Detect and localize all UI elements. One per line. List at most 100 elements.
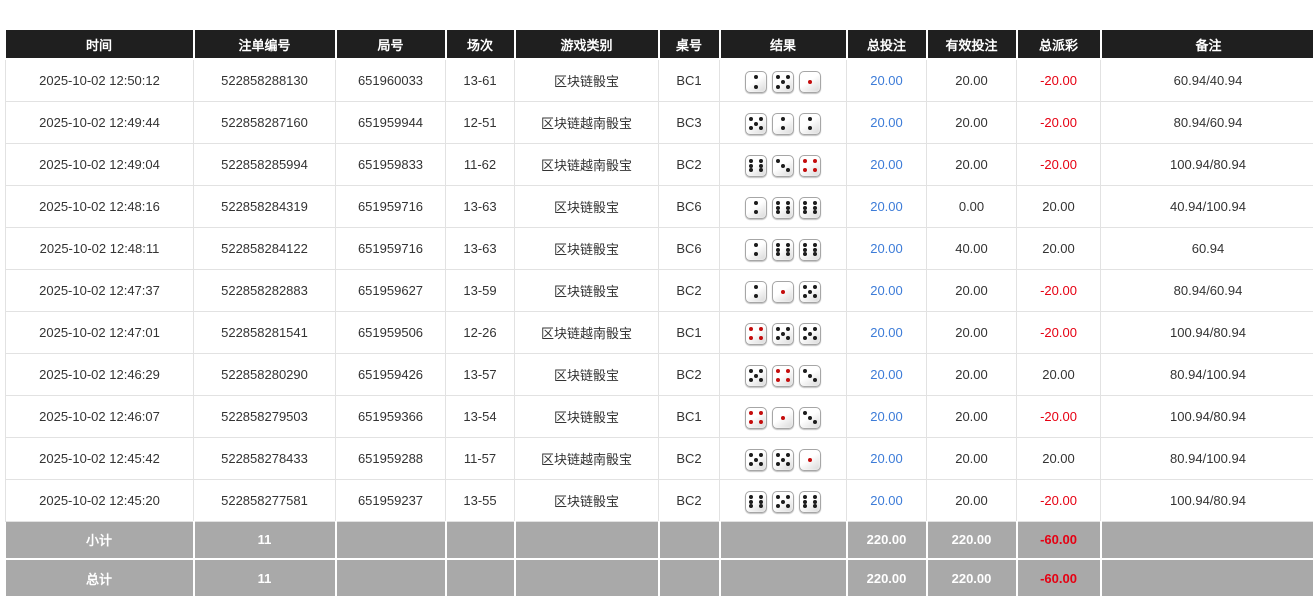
die-1-icon <box>772 281 794 303</box>
time-cell: 2025-10-02 12:46:29 <box>6 353 194 395</box>
summary-payout-cell: -60.00 <box>1017 559 1101 597</box>
die-5-icon <box>799 281 821 303</box>
time-cell: 2025-10-02 12:49:04 <box>6 143 194 185</box>
subtotal-row: 小计11220.00220.00-60.00 <box>6 521 1313 559</box>
total-bet-link[interactable]: 20.00 <box>847 311 927 353</box>
total-bet-link[interactable]: 20.00 <box>847 227 927 269</box>
table-row: 2025-10-02 12:45:20522858277581651959237… <box>6 479 1313 521</box>
session-cell: 11-62 <box>446 143 515 185</box>
result-cell <box>720 59 847 101</box>
table-no-cell: BC2 <box>659 353 720 395</box>
dice-result <box>745 407 821 429</box>
summary-valid-bet-cell: 220.00 <box>927 521 1017 559</box>
die-5-icon <box>772 323 794 345</box>
grandtotal-row: 总计11220.00220.00-60.00 <box>6 559 1313 597</box>
valid-bet-cell: 20.00 <box>927 479 1017 521</box>
total-bet-link[interactable]: 20.00 <box>847 101 927 143</box>
column-header-10: 备注 <box>1101 30 1313 59</box>
header-row: 时间注单编号局号场次游戏类别桌号结果总投注有效投注总派彩备注 <box>6 30 1313 59</box>
die-3-icon <box>772 155 794 177</box>
total-bet-link[interactable]: 20.00 <box>847 395 927 437</box>
total-bet-link[interactable]: 20.00 <box>847 437 927 479</box>
payout-cell: -20.00 <box>1017 479 1101 521</box>
remark-cell: 60.94/40.94 <box>1101 59 1313 101</box>
table-no-cell: BC1 <box>659 311 720 353</box>
table-row: 2025-10-02 12:46:29522858280290651959426… <box>6 353 1313 395</box>
remark-cell: 80.94/60.94 <box>1101 101 1313 143</box>
die-6-icon <box>772 239 794 261</box>
remark-cell: 60.94 <box>1101 227 1313 269</box>
remark-cell: 100.94/80.94 <box>1101 395 1313 437</box>
game-type-cell: 区块链骰宝 <box>515 479 659 521</box>
game-type-cell: 区块链越南骰宝 <box>515 101 659 143</box>
time-cell: 2025-10-02 12:50:12 <box>6 59 194 101</box>
payout-cell: -20.00 <box>1017 395 1101 437</box>
time-cell: 2025-10-02 12:49:44 <box>6 101 194 143</box>
session-cell: 13-59 <box>446 269 515 311</box>
session-cell: 13-63 <box>446 185 515 227</box>
table-no-cell: BC2 <box>659 269 720 311</box>
table-row: 2025-10-02 12:46:07522858279503651959366… <box>6 395 1313 437</box>
game-type-cell: 区块链骰宝 <box>515 227 659 269</box>
summary-count-cell: 11 <box>194 559 336 597</box>
column-header-9: 总派彩 <box>1017 30 1101 59</box>
total-bet-link[interactable]: 20.00 <box>847 185 927 227</box>
result-cell <box>720 101 847 143</box>
game-type-cell: 区块链骰宝 <box>515 59 659 101</box>
die-2-icon <box>745 197 767 219</box>
summary-empty-cell <box>659 521 720 559</box>
valid-bet-cell: 20.00 <box>927 353 1017 395</box>
die-2-icon <box>772 113 794 135</box>
summary-empty-cell <box>446 559 515 597</box>
die-4-icon <box>799 155 821 177</box>
valid-bet-cell: 20.00 <box>927 395 1017 437</box>
summary-empty-cell <box>659 559 720 597</box>
bet-id-cell: 522858281541 <box>194 311 336 353</box>
bet-id-cell: 522858279503 <box>194 395 336 437</box>
result-cell <box>720 353 847 395</box>
die-2-icon <box>799 113 821 135</box>
result-cell <box>720 185 847 227</box>
payout-cell: 20.00 <box>1017 227 1101 269</box>
game-type-cell: 区块链骰宝 <box>515 269 659 311</box>
die-2-icon <box>745 71 767 93</box>
remark-cell: 100.94/80.94 <box>1101 479 1313 521</box>
valid-bet-cell: 20.00 <box>927 59 1017 101</box>
game-type-cell: 区块链越南骰宝 <box>515 143 659 185</box>
round-cell: 651959506 <box>336 311 446 353</box>
die-2-icon <box>745 281 767 303</box>
die-3-icon <box>799 407 821 429</box>
bet-records-table: 时间注单编号局号场次游戏类别桌号结果总投注有效投注总派彩备注 2025-10-0… <box>5 30 1313 598</box>
total-bet-link[interactable]: 20.00 <box>847 353 927 395</box>
summary-empty-cell <box>515 521 659 559</box>
table-row: 2025-10-02 12:47:01522858281541651959506… <box>6 311 1313 353</box>
session-cell: 12-26 <box>446 311 515 353</box>
time-cell: 2025-10-02 12:48:11 <box>6 227 194 269</box>
bet-id-cell: 522858287160 <box>194 101 336 143</box>
valid-bet-cell: 20.00 <box>927 101 1017 143</box>
die-5-icon <box>745 113 767 135</box>
bet-id-cell: 522858284122 <box>194 227 336 269</box>
bet-id-cell: 522858280290 <box>194 353 336 395</box>
dice-result <box>745 281 821 303</box>
game-type-cell: 区块链骰宝 <box>515 353 659 395</box>
total-bet-link[interactable]: 20.00 <box>847 269 927 311</box>
die-1-icon <box>772 407 794 429</box>
total-bet-link[interactable]: 20.00 <box>847 143 927 185</box>
summary-empty-cell <box>446 521 515 559</box>
summary-empty-cell <box>720 559 847 597</box>
total-bet-link[interactable]: 20.00 <box>847 479 927 521</box>
dice-result <box>745 365 821 387</box>
die-2-icon <box>745 239 767 261</box>
time-cell: 2025-10-02 12:45:42 <box>6 437 194 479</box>
session-cell: 13-57 <box>446 353 515 395</box>
session-cell: 13-54 <box>446 395 515 437</box>
valid-bet-cell: 20.00 <box>927 143 1017 185</box>
die-6-icon <box>745 491 767 513</box>
summary-empty-cell <box>515 559 659 597</box>
total-bet-link[interactable]: 20.00 <box>847 59 927 101</box>
result-cell <box>720 227 847 269</box>
die-6-icon <box>745 155 767 177</box>
time-cell: 2025-10-02 12:46:07 <box>6 395 194 437</box>
die-5-icon <box>772 491 794 513</box>
